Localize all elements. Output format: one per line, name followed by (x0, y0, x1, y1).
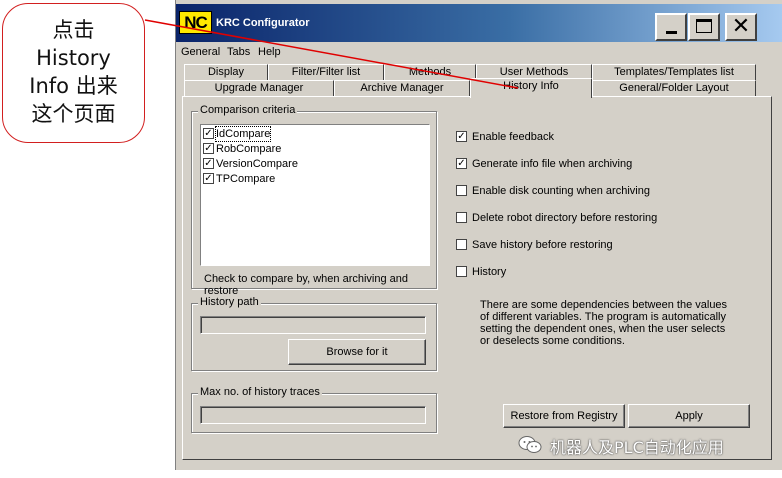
max-history-traces-label: Max no. of history traces (198, 386, 322, 398)
callout-bubble: 点击 History Info 出来 这个页面 (2, 3, 145, 143)
history-info-panel: Comparison criteria ✓ IdCompare ✓ RobCom… (182, 96, 772, 460)
option-label: Enable feedback (472, 131, 554, 143)
browse-button[interactable]: Browse for it (288, 339, 426, 365)
apply-button[interactable]: Apply (628, 404, 750, 428)
comparison-criteria-list[interactable]: ✓ IdCompare ✓ RobCompare ✓ VersionCompar… (200, 124, 430, 266)
tab-filter-list[interactable]: Filter/Filter list (268, 64, 384, 80)
nc-logo: NC (179, 11, 212, 34)
checkbox[interactable] (456, 239, 467, 250)
option-label: Delete robot directory before restoring (472, 212, 658, 224)
callout-text: 点击 History Info 出来 这个页面 (29, 18, 118, 126)
window-title: KRC Configurator (216, 17, 310, 29)
list-item-label: IdCompare (214, 126, 272, 142)
minimize-icon (666, 31, 677, 34)
checkbox-robcompare[interactable]: ✓ (203, 143, 214, 154)
checkbox[interactable] (456, 185, 467, 196)
history-path-group: History path Browse for it (191, 296, 437, 371)
checkbox[interactable]: ✓ (456, 158, 467, 169)
menu-general[interactable]: General (181, 46, 220, 58)
comparison-criteria-group: Comparison criteria ✓ IdCompare ✓ RobCom… (191, 104, 437, 297)
menu-tabs[interactable]: Tabs (227, 46, 250, 58)
checkbox[interactable]: ✓ (456, 131, 467, 142)
list-item-label: RobCompare (216, 143, 282, 155)
checkbox[interactable] (456, 212, 467, 223)
list-item-label: VersionCompare (216, 158, 298, 170)
title-bar[interactable]: NC KRC Configurator ✕ (176, 4, 782, 42)
max-history-traces-input[interactable] (200, 406, 426, 424)
maximize-button[interactable] (688, 13, 720, 41)
option-label: Enable disk counting when archiving (472, 185, 650, 197)
tab-templates-list[interactable]: Templates/Templates list (592, 64, 756, 80)
tab-upgrade-manager[interactable]: Upgrade Manager (184, 80, 334, 96)
tab-general-folder-layout[interactable]: General/Folder Layout (592, 80, 756, 96)
tab-history-info[interactable]: History Info (470, 78, 592, 98)
close-button[interactable]: ✕ (725, 13, 757, 41)
menu-help[interactable]: Help (258, 46, 281, 58)
watermark: 机器人及PLC自动化应用 (518, 432, 780, 458)
krc-configurator-window: NC KRC Configurator ✕ General Tabs Help … (175, 0, 782, 470)
menu-bar: General Tabs Help (176, 44, 782, 62)
history-path-label: History path (198, 296, 261, 308)
history-path-input[interactable] (200, 316, 426, 334)
option-label: Save history before restoring (472, 239, 613, 251)
max-history-traces-group: Max no. of history traces (191, 386, 437, 433)
checkbox-versioncompare[interactable]: ✓ (203, 158, 214, 169)
wechat-icon (518, 436, 542, 453)
minimize-button[interactable] (655, 13, 687, 41)
tab-methods[interactable]: Methods (384, 64, 476, 80)
list-item-label: TPCompare (216, 173, 276, 185)
checkbox-idcompare[interactable]: ✓ (203, 128, 214, 139)
tab-archive-manager[interactable]: Archive Manager (334, 80, 470, 96)
close-icon: ✕ (731, 14, 751, 39)
watermark-text: 机器人及PLC自动化应用 (550, 438, 724, 457)
dependency-description: There are some dependencies between the … (480, 299, 728, 347)
option-label: Generate info file when archiving (472, 158, 633, 170)
checkbox[interactable] (456, 266, 467, 277)
maximize-icon (696, 19, 712, 33)
restore-from-registry-button[interactable]: Restore from Registry (503, 404, 625, 428)
comparison-criteria-label: Comparison criteria (198, 104, 298, 116)
comparison-hint: Check to compare by, when archiving and … (204, 273, 409, 297)
checkbox-tpcompare[interactable]: ✓ (203, 173, 214, 184)
option-label: History (472, 266, 507, 278)
tab-display[interactable]: Display (184, 64, 268, 80)
